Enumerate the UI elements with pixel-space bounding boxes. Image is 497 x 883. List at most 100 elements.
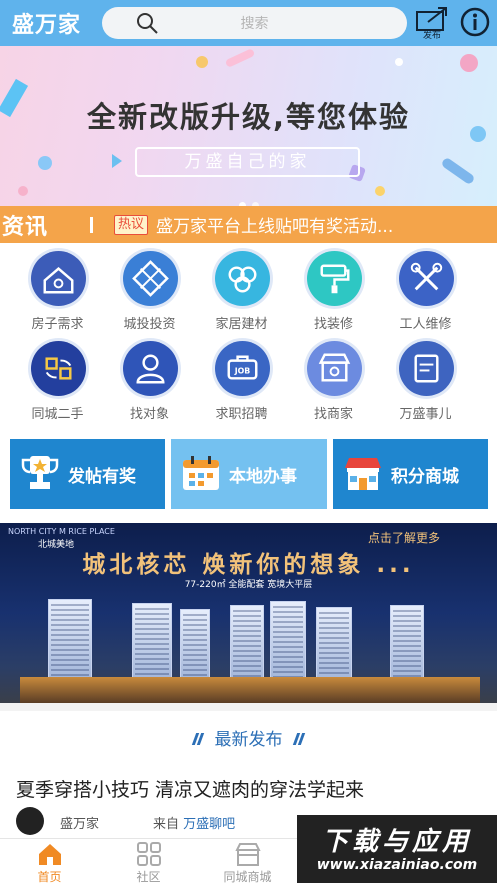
app-screen: 盛万家 搜索 发布 全新改版升级,等您体验 万盛自己的家 资讯 热议 盛万家平台… <box>0 0 497 883</box>
home-icon <box>39 844 61 865</box>
post-source-prefix: 来自 <box>153 817 180 832</box>
house-icon <box>31 251 86 306</box>
tab-city-mall[interactable]: 同城商城 <box>198 841 297 883</box>
category-item[interactable]: 找商家 <box>284 333 383 422</box>
decor-shape <box>112 154 122 168</box>
ticker-section-label: 资讯 <box>2 214 49 240</box>
category-item[interactable]: 找对象 <box>100 333 199 422</box>
hot-topic-badge: 热议 <box>114 214 149 235</box>
store-icon <box>345 458 381 490</box>
ticker-divider <box>90 217 93 233</box>
grid-icon <box>137 842 161 866</box>
building-image <box>132 603 172 685</box>
shop-icon <box>235 843 261 866</box>
building-image <box>180 609 210 685</box>
decor-shape <box>38 156 52 170</box>
document-icon <box>399 341 454 396</box>
publish-label: 发布 <box>422 31 441 41</box>
category-item[interactable]: 找装修 <box>284 243 383 332</box>
search-bar[interactable]: 搜索 <box>102 7 407 39</box>
local-affairs-card[interactable]: 本地办事 <box>171 439 327 509</box>
category-label: 房子需求 <box>31 317 84 332</box>
ad-cta[interactable]: 点击了解更多 <box>368 529 440 546</box>
post-source: 来自 万盛聊吧 <box>153 813 235 832</box>
watermark: 下载与应用 www.xiazainiao.com <box>297 815 497 883</box>
points-mall-label: 积分商城 <box>391 466 459 487</box>
category-item[interactable]: 城投投资 <box>100 243 199 332</box>
ad-headline: 城北核芯 焕新你的想象 ... <box>82 552 415 578</box>
tab-community-label: 社区 <box>136 870 161 883</box>
tools-icon <box>399 251 454 306</box>
category-label: 找装修 <box>313 317 353 332</box>
top-bar: 盛万家 搜索 发布 <box>0 0 497 46</box>
banner-headline: 全新改版升级,等您体验 <box>86 100 411 134</box>
category-label: 找对象 <box>129 407 169 422</box>
category-label: 求职招聘 <box>215 407 268 422</box>
decor-shape <box>395 58 403 66</box>
post-reward-label: 发帖有奖 <box>68 466 136 487</box>
carousel-dots <box>0 194 497 206</box>
ticker-headline[interactable]: 盛万家平台上线贴吧有奖活动... <box>156 212 476 237</box>
category-label: 万盛事儿 <box>399 407 452 422</box>
materials-icon <box>215 251 270 306</box>
decor-shape <box>460 54 478 72</box>
ad-brand-en: NORTH CITY M RICE PLACE <box>8 527 115 536</box>
person-icon <box>123 341 178 396</box>
category-item[interactable]: 家居建材 <box>192 243 291 332</box>
category-label: 城投投资 <box>123 317 176 332</box>
news-ticker[interactable]: 资讯 热议 盛万家平台上线贴吧有奖活动... <box>0 206 497 243</box>
category-label: 工人维修 <box>399 317 452 332</box>
local-affairs-label: 本地办事 <box>229 466 297 487</box>
ad-detail: 77-220㎡ 全能配套 宽境大平层 <box>184 580 313 590</box>
paint-roller-icon <box>307 251 362 306</box>
watermark-url: www.xiazainiao.com <box>316 857 478 873</box>
banner-subline: 万盛自己的家 <box>135 147 360 177</box>
points-mall-card[interactable]: 积分商城 <box>333 439 488 509</box>
category-item[interactable]: 万盛事儿 <box>376 333 475 422</box>
post-author[interactable]: 盛万家 <box>60 813 99 832</box>
post-title[interactable]: 夏季穿搭小技巧 清凉又遮肉的穿法学起来 <box>16 775 364 802</box>
latest-heading: 最新发布 <box>0 725 497 750</box>
post-source-name[interactable]: 万盛聊吧 <box>183 817 235 832</box>
tab-community[interactable]: 社区 <box>99 841 198 883</box>
building-image <box>48 599 92 685</box>
svg-text:JOB: JOB <box>234 366 251 375</box>
promo-banner[interactable]: 全新改版升级,等您体验 万盛自己的家 <box>0 46 497 206</box>
category-item[interactable]: 工人维修 <box>376 243 475 332</box>
tab-home[interactable]: 首页 <box>0 841 99 883</box>
building-image <box>316 607 352 685</box>
building-image <box>390 605 424 685</box>
investment-icon <box>123 251 178 306</box>
latest-title: 最新发布 <box>214 730 283 750</box>
category-item[interactable]: 同城二手 <box>8 333 107 422</box>
latest-section: 最新发布 <box>0 703 497 763</box>
category-label: 同城二手 <box>31 407 84 422</box>
calendar-icon <box>183 456 219 490</box>
building-image <box>230 605 264 685</box>
building-image <box>270 601 306 685</box>
search-placeholder: 搜索 <box>240 16 269 32</box>
category-item[interactable]: 房子需求 <box>8 243 107 332</box>
avatar[interactable] <box>16 807 44 835</box>
publish-button[interactable]: 发布 <box>414 6 450 41</box>
category-grid: 房子需求 城投投资 家居建材 找装修 工人维修同城二手 找对象 JOB 求职招聘 找商家 万盛事儿 <box>0 243 497 428</box>
app-logo: 盛万家 <box>12 12 82 38</box>
trophy-icon <box>21 456 59 489</box>
info-icon[interactable] <box>459 6 491 38</box>
watermark-title: 下载与应用 <box>321 827 472 857</box>
decor-shape <box>224 48 256 68</box>
real-estate-ad[interactable]: NORTH CITY M RICE PLACE 北城美地 点击了解更多 城北核芯… <box>0 523 497 703</box>
decor-shape <box>196 56 208 68</box>
category-label: 找商家 <box>313 407 353 422</box>
exchange-icon <box>31 341 86 396</box>
category-item[interactable]: JOB 求职招聘 <box>192 333 291 422</box>
feature-cards: 发帖有奖 本地办事 积分商城 <box>10 439 488 509</box>
tab-city-mall-label: 同城商城 <box>223 870 272 883</box>
decor-shape <box>440 156 476 186</box>
post-reward-card[interactable]: 发帖有奖 <box>10 439 165 509</box>
job-icon: JOB <box>215 341 270 396</box>
category-label: 家居建材 <box>215 317 268 332</box>
store-icon <box>307 341 362 396</box>
section-divider <box>0 703 497 711</box>
tab-home-label: 首页 <box>37 870 62 883</box>
